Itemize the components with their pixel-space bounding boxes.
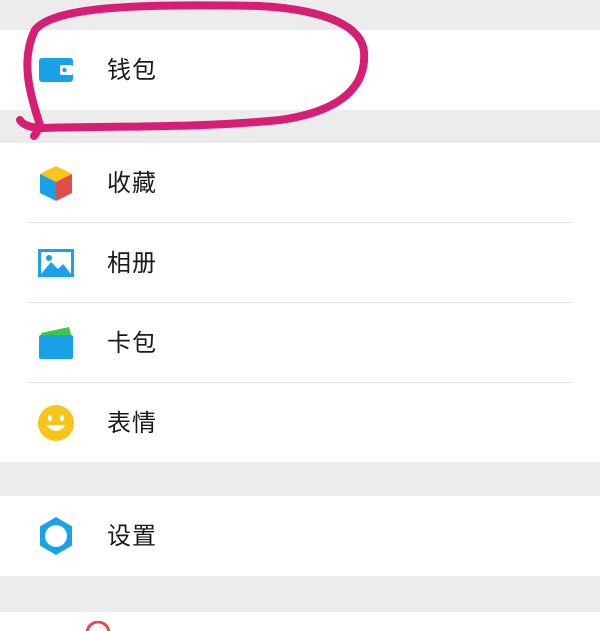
cards-row[interactable]: 卡包 bbox=[0, 303, 600, 383]
gear-icon bbox=[40, 517, 72, 555]
picture-icon bbox=[38, 249, 74, 277]
settings-row[interactable]: 设置 bbox=[0, 496, 600, 576]
album-label: 相册 bbox=[107, 249, 157, 277]
main-menu-group: 收藏 相册 卡包 表情 bbox=[0, 143, 600, 462]
partial-icon bbox=[86, 621, 110, 631]
smiley-icon bbox=[38, 405, 74, 441]
cards-label: 卡包 bbox=[107, 329, 157, 357]
wallet-row[interactable]: 钱包 bbox=[0, 30, 600, 110]
wallet-icon bbox=[39, 58, 73, 82]
stickers-label: 表情 bbox=[107, 409, 157, 437]
stickers-row[interactable]: 表情 bbox=[0, 383, 600, 463]
settings-label: 设置 bbox=[107, 522, 157, 550]
wallet-group: 钱包 bbox=[0, 30, 600, 110]
favorites-label: 收藏 bbox=[107, 169, 157, 197]
cube-icon bbox=[40, 166, 72, 201]
wallet-label: 钱包 bbox=[107, 56, 157, 84]
settings-group: 设置 bbox=[0, 496, 600, 576]
album-row[interactable]: 相册 bbox=[0, 223, 600, 303]
me-tab-screen: 钱包 收藏 相册 卡包 表情 设置 bbox=[0, 0, 600, 631]
card-icon bbox=[39, 327, 73, 359]
favorites-row[interactable]: 收藏 bbox=[0, 143, 600, 223]
